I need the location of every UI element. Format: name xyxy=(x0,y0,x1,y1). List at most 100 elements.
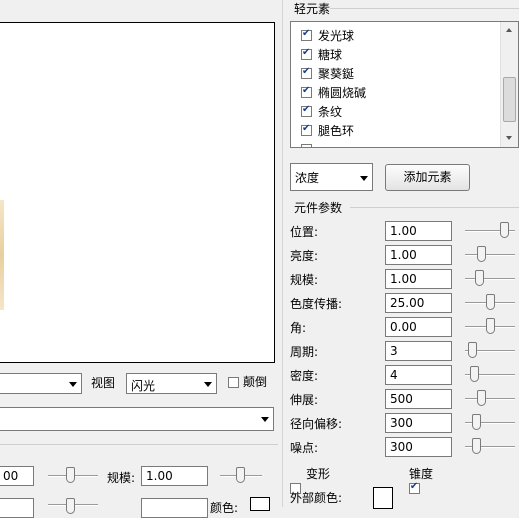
panel-separator xyxy=(282,0,283,507)
view-combo-value: 闪光 xyxy=(131,379,156,393)
param-label: 色度传播: xyxy=(290,297,343,311)
param-input[interactable]: 1.00 xyxy=(385,269,452,289)
element-list-item[interactable]: 发光球 xyxy=(301,26,354,45)
left-param-input[interactable]: 00 xyxy=(0,466,34,486)
elements-group-line xyxy=(330,8,519,9)
param-value: 300 xyxy=(390,416,413,430)
param-slider-thumb[interactable] xyxy=(500,222,509,238)
element-type-value: 浓度 xyxy=(295,171,320,185)
param-input[interactable]: 1.00 xyxy=(385,221,452,241)
element-label: 椭圆烧碱 xyxy=(318,86,367,100)
element-list-item[interactable]: 条纹 xyxy=(301,102,342,121)
bottom-left-input[interactable] xyxy=(0,498,34,518)
element-checkbox[interactable] xyxy=(301,123,312,136)
add-element-button[interactable]: 添加元素 xyxy=(385,164,470,191)
param-value: 4 xyxy=(390,368,398,382)
param-input[interactable]: 1.00 xyxy=(385,245,452,265)
param-label: 角: xyxy=(290,321,307,335)
param-slider-thumb[interactable] xyxy=(477,246,486,262)
param-input[interactable]: 4 xyxy=(385,365,452,385)
params-group-line xyxy=(350,207,519,208)
left-param-value: 00 xyxy=(3,469,19,483)
element-list-item[interactable]: 聚葵鋋 xyxy=(301,64,354,83)
param-slider-thumb[interactable] xyxy=(486,294,495,310)
element-checkbox[interactable] xyxy=(301,66,312,79)
bottom-slider-thumb[interactable] xyxy=(66,498,75,514)
taper-checkbox[interactable] xyxy=(408,481,420,494)
param-label: 噪点: xyxy=(290,441,319,455)
param-input[interactable]: 500 xyxy=(385,389,452,409)
scale-input[interactable]: 1.00 xyxy=(141,466,208,486)
param-slider-thumb[interactable] xyxy=(470,366,479,382)
param-slider-thumb[interactable] xyxy=(472,438,481,454)
param-value: 25.00 xyxy=(390,296,425,310)
param-slider-track[interactable] xyxy=(465,254,515,256)
list-item-partial xyxy=(301,140,318,147)
elements-list[interactable]: 发光球糖球聚葵鋋椭圆烧碱条纹腿色环 xyxy=(290,21,519,148)
scroll-down-icon[interactable] xyxy=(501,130,518,147)
scale-label: 规模: xyxy=(107,471,136,485)
scroll-thumb[interactable] xyxy=(503,77,516,122)
element-list-item[interactable]: 糖球 xyxy=(301,45,342,64)
bottom-mid-input[interactable] xyxy=(141,498,208,518)
param-slider-thumb[interactable] xyxy=(477,390,486,406)
element-checkbox[interactable] xyxy=(301,28,312,41)
param-input[interactable]: 300 xyxy=(385,413,452,433)
chevron-down-icon xyxy=(69,382,77,387)
scale-slider-thumb[interactable] xyxy=(236,467,245,483)
param-slider-thumb[interactable] xyxy=(475,270,484,286)
element-label: 发光球 xyxy=(318,29,355,43)
left-group-divider xyxy=(0,444,278,445)
flip-checkbox[interactable] xyxy=(228,377,239,388)
preset-combo[interactable] xyxy=(0,373,82,394)
param-value: 0.00 xyxy=(390,320,417,334)
param-value: 300 xyxy=(390,440,413,454)
outer-color-swatch[interactable] xyxy=(373,487,393,509)
scroll-up-icon[interactable] xyxy=(501,22,518,39)
left-param-slider-thumb[interactable] xyxy=(66,467,75,483)
scale-value: 1.00 xyxy=(146,469,173,483)
element-type-combo[interactable]: 浓度 xyxy=(290,163,373,191)
preview-image-edge xyxy=(0,200,4,310)
param-label: 密度: xyxy=(290,369,319,383)
element-checkbox[interactable] xyxy=(301,47,312,60)
param-input[interactable]: 300 xyxy=(385,437,452,457)
view-combo[interactable]: 闪光 xyxy=(126,373,217,394)
view-label: 视图 xyxy=(91,376,116,390)
chevron-down-icon xyxy=(204,382,212,387)
element-list-item[interactable]: 腿色环 xyxy=(301,121,354,140)
element-checkbox[interactable] xyxy=(301,85,312,98)
param-value: 500 xyxy=(390,392,413,406)
param-slider-thumb[interactable] xyxy=(486,318,495,334)
param-input[interactable]: 0.00 xyxy=(385,317,452,337)
param-slider-thumb[interactable] xyxy=(468,342,477,358)
color-swatch[interactable] xyxy=(250,497,270,511)
param-value: 1.00 xyxy=(390,248,417,262)
element-label: 条纹 xyxy=(318,105,343,119)
param-label: 规模: xyxy=(290,273,319,287)
elements-scrollbar[interactable] xyxy=(500,22,518,147)
outer-color-label: 外部颜色: xyxy=(290,491,343,505)
param-value: 1.00 xyxy=(390,224,417,238)
param-input[interactable]: 25.00 xyxy=(385,293,452,313)
element-checkbox[interactable] xyxy=(301,104,312,117)
flare-select-combo[interactable] xyxy=(0,407,274,431)
param-slider-track[interactable] xyxy=(465,278,515,280)
param-label: 亮度: xyxy=(290,249,319,263)
color-label: 颜色: xyxy=(210,501,239,515)
chevron-down-icon xyxy=(360,176,368,181)
params-group-title: 元件参数 xyxy=(294,201,343,215)
flip-label: 颠倒 xyxy=(243,375,268,389)
element-list-item[interactable]: 椭圆烧碱 xyxy=(301,83,366,102)
preview-canvas[interactable] xyxy=(0,22,275,363)
param-input[interactable]: 3 xyxy=(385,341,452,361)
element-checkbox[interactable] xyxy=(301,144,312,147)
element-label: 腿色环 xyxy=(318,124,355,138)
param-label: 位置: xyxy=(290,225,319,239)
param-slider-thumb[interactable] xyxy=(472,414,481,430)
elements-group-title: 轻元素 xyxy=(294,2,331,16)
param-label: 径向偏移: xyxy=(290,417,343,431)
param-label: 周期: xyxy=(290,345,319,359)
param-slider-track[interactable] xyxy=(465,398,515,400)
element-label: 糖球 xyxy=(318,48,343,62)
